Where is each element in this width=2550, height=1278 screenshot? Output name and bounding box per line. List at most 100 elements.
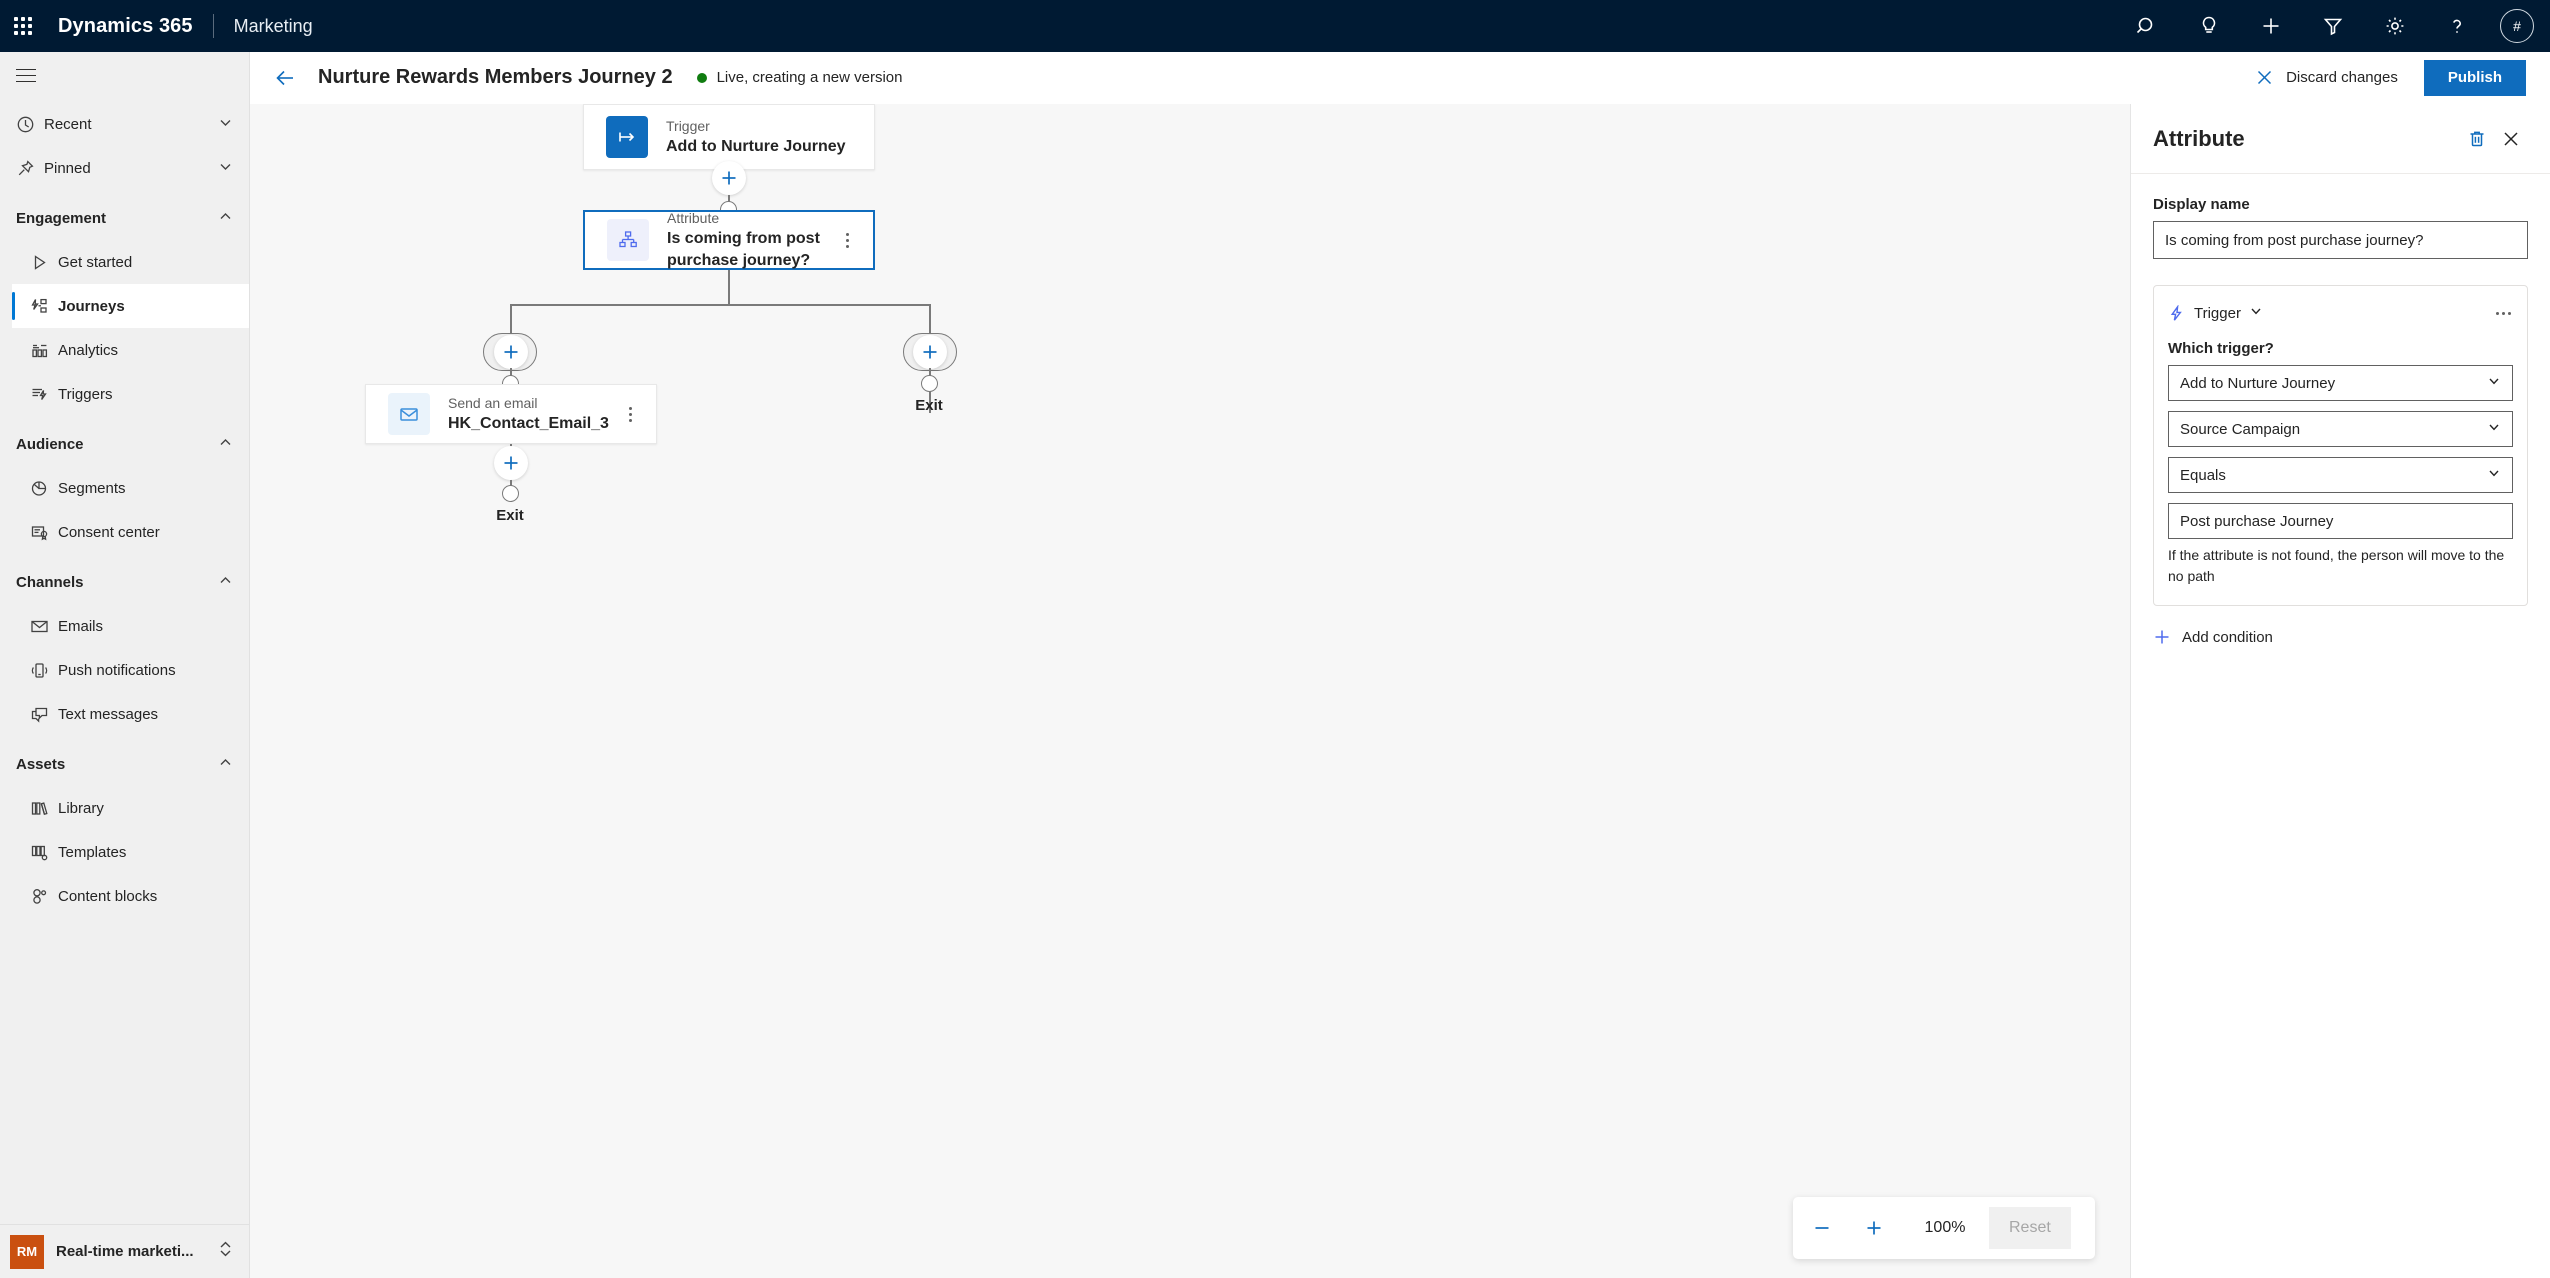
gear-icon	[2386, 17, 2404, 35]
back-button[interactable]	[262, 55, 308, 101]
insights-button[interactable]	[2178, 0, 2240, 52]
operator-select[interactable]: Equals	[2168, 457, 2513, 493]
chevron-up-icon[interactable]	[218, 435, 233, 454]
user-avatar[interactable]: #	[2500, 9, 2534, 43]
sidebar-group-engagement[interactable]: Engagement	[0, 196, 249, 240]
email-icon	[388, 393, 430, 435]
which-trigger-label: Which trigger?	[2168, 340, 2274, 357]
sidebar-group-label: Assets	[16, 755, 66, 773]
chevron-up-icon[interactable]	[218, 573, 233, 592]
add-condition-button[interactable]: Add condition	[2153, 628, 2528, 646]
plus-icon	[923, 345, 937, 359]
app-launcher-button[interactable]	[0, 0, 46, 52]
chevron-updown-icon[interactable]	[218, 1240, 233, 1263]
sidebar-group-engagement-items: Get started Journeys Analytics Triggers	[0, 240, 249, 416]
consent-icon	[30, 523, 58, 542]
exit-endpoint-no	[921, 375, 938, 392]
status-badge: Live, creating a new version	[696, 69, 903, 86]
node-title-label: HK_Contact_Email_3	[448, 414, 609, 432]
exit-label-yes: Exit	[496, 507, 524, 524]
trash-icon	[2470, 131, 2484, 146]
sidebar-item-journeys[interactable]: Journeys	[12, 284, 249, 328]
command-bar-actions: Discard changes Publish	[2255, 59, 2550, 96]
settings-button[interactable]	[2364, 0, 2426, 52]
sitemap-toggle-button[interactable]	[0, 52, 249, 98]
dynamics-365-marketing-app: Dynamics 365 Marketing # Recent Pinned E…	[0, 0, 2550, 1278]
segments-icon	[30, 479, 58, 498]
sidebar-item-segments[interactable]: Segments	[12, 466, 249, 510]
discard-changes-button[interactable]: Discard changes	[2255, 68, 2398, 87]
attribute-select-value: Source Campaign	[2180, 420, 2301, 438]
close-panel-button[interactable]	[2494, 122, 2528, 156]
close-icon	[2504, 131, 2518, 146]
chevron-up-icon[interactable]	[218, 755, 233, 774]
sidebar-item-pinned[interactable]: Pinned	[0, 146, 249, 190]
node-kind-label: Send an email	[448, 394, 538, 411]
attribute-branch-icon	[607, 219, 649, 261]
add-step-button-no[interactable]	[913, 335, 947, 369]
sidebar-group-channels-items: Emails Push notifications Text messages	[0, 604, 249, 736]
display-name-input[interactable]	[2153, 221, 2528, 259]
area-label: Real-time marketi...	[56, 1243, 194, 1260]
journey-node-attribute[interactable]: Attribute Is coming from post purchase j…	[583, 210, 875, 270]
add-step-button-after-email[interactable]	[494, 446, 528, 480]
condition-more-menu-button[interactable]	[2494, 306, 2513, 321]
sidebar-item-text-messages[interactable]: Text messages	[12, 692, 249, 736]
sidebar-group-channels[interactable]: Channels	[0, 560, 249, 604]
back-arrow-icon	[276, 70, 293, 85]
zoom-in-button[interactable]	[1851, 1205, 1897, 1251]
sidebar-item-label: Analytics	[58, 341, 119, 359]
filter-button[interactable]	[2302, 0, 2364, 52]
sidebar-item-content-blocks[interactable]: Content blocks	[12, 874, 249, 918]
play-icon	[30, 253, 58, 272]
top-navigation-bar: Dynamics 365 Marketing #	[0, 0, 2550, 52]
help-button[interactable]	[2426, 0, 2488, 52]
app-name-label[interactable]: Marketing	[234, 16, 313, 37]
area-switcher[interactable]: RM Real-time marketi...	[0, 1224, 249, 1278]
sidebar-item-get-started[interactable]: Get started	[12, 240, 249, 284]
node-context-menu-button[interactable]	[623, 401, 638, 428]
journey-canvas[interactable]: Trigger Add to Nurture Journey Attribute…	[250, 104, 2130, 1278]
sidebar-item-analytics[interactable]: Analytics	[12, 328, 249, 372]
condition-value-input[interactable]	[2168, 503, 2513, 539]
trigger-select[interactable]: Add to Nurture Journey	[2168, 365, 2513, 401]
discard-changes-label: Discard changes	[2286, 69, 2398, 86]
sidebar-group-audience[interactable]: Audience	[0, 422, 249, 466]
condition-helper-text: If the attribute is not found, the perso…	[2168, 547, 2505, 584]
zoom-reset-button[interactable]: Reset	[1989, 1207, 2071, 1249]
zoom-out-button[interactable]	[1799, 1205, 1845, 1251]
sidebar-item-templates[interactable]: Templates	[12, 830, 249, 874]
sidebar-item-library[interactable]: Library	[12, 786, 249, 830]
node-kind-label: Trigger	[666, 117, 710, 134]
help-icon	[2453, 19, 2462, 33]
delete-node-button[interactable]	[2460, 122, 2494, 156]
sidebar-group-assets[interactable]: Assets	[0, 742, 249, 786]
edge-attribute-down	[728, 270, 730, 306]
attribute-select[interactable]: Source Campaign	[2168, 411, 2513, 447]
chevron-down-icon[interactable]	[218, 159, 233, 178]
node-text: Send an email HK_Contact_Email_3	[448, 394, 609, 435]
sidebar-item-label: Recent	[44, 115, 92, 133]
sidebar-item-emails[interactable]: Emails	[12, 604, 249, 648]
add-step-button-trigger[interactable]	[712, 161, 746, 195]
search-button[interactable]	[2116, 0, 2178, 52]
add-step-button-yes[interactable]	[494, 335, 528, 369]
sidebar-nav: Recent Pinned Engagement Get started Jou…	[0, 98, 249, 1224]
journey-node-send-email[interactable]: Send an email HK_Contact_Email_3	[365, 384, 657, 444]
sidebar-item-consent-center[interactable]: Consent center	[12, 510, 249, 554]
sidebar-item-label: Content blocks	[58, 887, 158, 905]
sidebar-item-push-notifications[interactable]: Push notifications	[12, 648, 249, 692]
chevron-down-icon[interactable]	[2249, 304, 2263, 323]
new-button[interactable]	[2240, 0, 2302, 52]
sidebar-item-recent[interactable]: Recent	[0, 102, 249, 146]
brand-title[interactable]: Dynamics 365	[58, 15, 193, 38]
chevron-up-icon[interactable]	[218, 209, 233, 228]
chevron-down-icon[interactable]	[218, 115, 233, 134]
publish-button[interactable]: Publish	[2423, 59, 2526, 96]
node-context-menu-button[interactable]	[840, 227, 855, 254]
chevron-down-icon	[2487, 420, 2501, 438]
topbar-actions: #	[2116, 0, 2550, 52]
sidebar-item-triggers[interactable]: Triggers	[12, 372, 249, 416]
avatar-label: #	[2513, 18, 2521, 34]
node-kind-label: Attribute	[667, 209, 720, 226]
